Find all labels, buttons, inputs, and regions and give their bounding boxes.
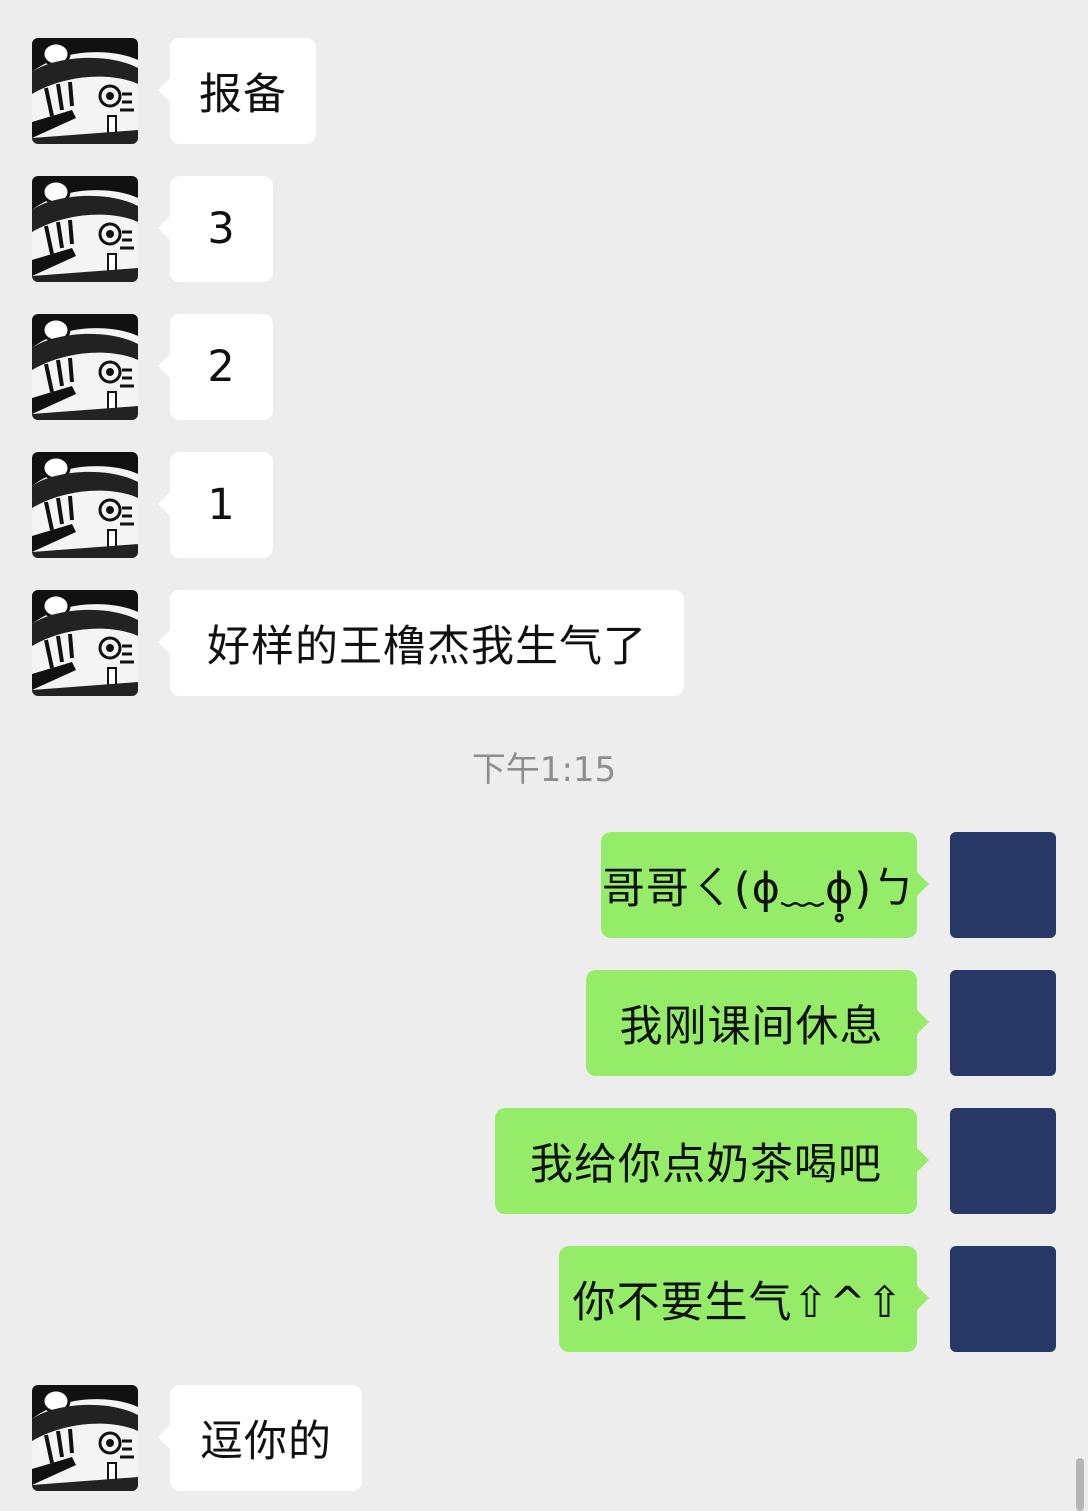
message-text: 我给你点奶茶喝吧 bbox=[530, 1140, 882, 1190]
my-avatar[interactable] bbox=[950, 832, 1056, 938]
message-text: 好样的王橹杰我生气了 bbox=[207, 622, 647, 672]
message-row-outgoing: 我给你点奶茶喝吧 bbox=[0, 1108, 1088, 1214]
message-text: 3 bbox=[207, 204, 236, 254]
message-row-incoming: 逗你的 bbox=[0, 1385, 1088, 1491]
message-bubble[interactable]: 好样的王橹杰我生气了 bbox=[158, 590, 684, 696]
message-text: 你不要生气⇧^⇧ bbox=[572, 1278, 904, 1328]
contact-avatar[interactable] bbox=[32, 452, 138, 558]
message-text: 我刚课间休息 bbox=[619, 1002, 884, 1052]
message-row-incoming: 好样的王橹杰我生气了 bbox=[0, 590, 1088, 696]
message-bubble[interactable]: 2 bbox=[158, 314, 273, 420]
message-timestamp: 下午1:15 bbox=[471, 750, 617, 790]
manga-character-avatar-icon bbox=[32, 176, 138, 282]
manga-character-avatar-icon bbox=[32, 590, 138, 696]
contact-avatar[interactable] bbox=[32, 1385, 138, 1491]
scrollbar-thumb[interactable] bbox=[1076, 1458, 1084, 1511]
message-row-outgoing: 我刚课间休息 bbox=[0, 970, 1088, 1076]
my-avatar[interactable] bbox=[950, 1108, 1056, 1214]
contact-avatar[interactable] bbox=[32, 590, 138, 696]
message-bubble[interactable]: 我刚课间休息 bbox=[586, 970, 929, 1076]
manga-character-avatar-icon bbox=[32, 452, 138, 558]
message-row-incoming: 1 bbox=[0, 452, 1088, 558]
message-row-outgoing: 哥哥ㄑ(ɸ﹏ɸ̥̥)ㄅ bbox=[0, 832, 1088, 938]
manga-character-avatar-icon bbox=[32, 38, 138, 144]
message-bubble[interactable]: 我给你点奶茶喝吧 bbox=[495, 1108, 929, 1214]
message-row-incoming: 报备 bbox=[0, 38, 1088, 144]
manga-character-avatar-icon bbox=[32, 314, 138, 420]
message-row-incoming: 3 bbox=[0, 176, 1088, 282]
my-avatar[interactable] bbox=[950, 970, 1056, 1076]
contact-avatar[interactable] bbox=[32, 314, 138, 420]
message-text: 报备 bbox=[199, 70, 287, 120]
manga-character-avatar-icon bbox=[32, 1385, 138, 1491]
message-text: 逗你的 bbox=[200, 1417, 332, 1467]
message-text: 2 bbox=[207, 342, 236, 392]
message-row-incoming: 2 bbox=[0, 314, 1088, 420]
message-bubble[interactable]: 报备 bbox=[158, 38, 316, 144]
message-row-outgoing: 你不要生气⇧^⇧ bbox=[0, 1246, 1088, 1352]
message-bubble[interactable]: 你不要生气⇧^⇧ bbox=[559, 1246, 929, 1352]
chat-view: 报备 3 2 1 好样的王橹杰我生气了 下午1:15 哥哥ㄑ(ɸ﹏ɸ̥̥)ㄅ 我… bbox=[0, 0, 1088, 1511]
message-text: 1 bbox=[207, 480, 236, 530]
message-bubble[interactable]: 3 bbox=[158, 176, 273, 282]
message-bubble[interactable]: 逗你的 bbox=[158, 1385, 362, 1491]
message-bubble[interactable]: 1 bbox=[158, 452, 273, 558]
contact-avatar[interactable] bbox=[32, 38, 138, 144]
my-avatar[interactable] bbox=[950, 1246, 1056, 1352]
message-bubble[interactable]: 哥哥ㄑ(ɸ﹏ɸ̥̥)ㄅ bbox=[601, 832, 929, 938]
message-text: 哥哥ㄑ(ɸ﹏ɸ̥̥)ㄅ bbox=[601, 864, 917, 914]
contact-avatar[interactable] bbox=[32, 176, 138, 282]
